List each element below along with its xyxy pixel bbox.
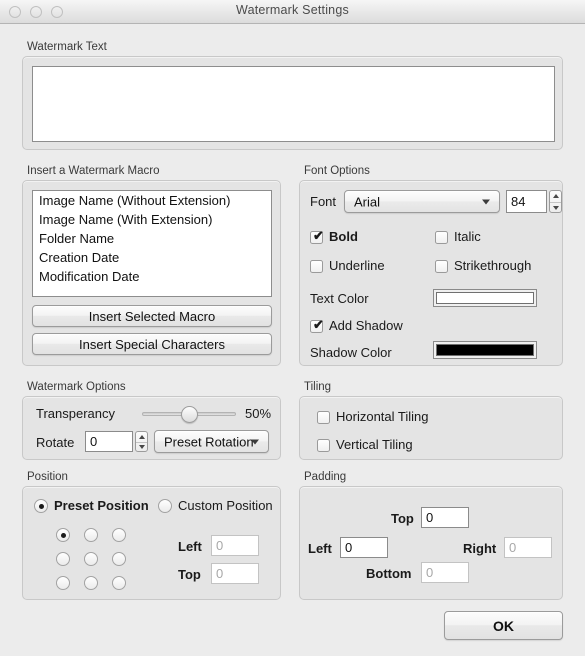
watermark-settings-window: Watermark Settings Watermark Text Insert… [0,0,585,656]
preset-position-radio[interactable] [34,499,48,513]
insert-selected-macro-button[interactable]: Insert Selected Macro [32,305,272,327]
padding-right-label: Right [463,541,497,556]
padding-top-label: Top [391,511,414,526]
preset-grid-middle-right[interactable] [112,552,126,566]
preset-rotation-select[interactable]: Preset Rotation [154,430,269,453]
custom-position-radio[interactable] [158,499,172,513]
macro-group: Image Name (Without Extension) Image Nam… [22,180,281,366]
padding-left-label: Left [308,541,332,556]
underline-label[interactable]: Underline [329,258,385,273]
chevron-down-icon [482,199,490,204]
font-size-input[interactable]: 84 [506,190,547,213]
underline-checkbox[interactable] [310,260,323,273]
position-group-label: Position [27,471,68,483]
preset-grid-middle-left[interactable] [56,552,70,566]
title-bar: Watermark Settings [0,0,585,24]
horizontal-tiling-checkbox[interactable] [317,411,330,424]
text-color-swatch [436,292,534,304]
preset-grid-top-center[interactable] [84,528,98,542]
preset-grid-top-right[interactable] [112,528,126,542]
padding-group-label: Padding [304,471,347,483]
check-icon: ✔ [313,228,324,243]
text-color-well[interactable] [433,289,537,307]
custom-position-label[interactable]: Custom Position [178,498,273,513]
list-item[interactable]: Folder Name [33,229,271,248]
italic-checkbox[interactable] [435,231,448,244]
shadow-color-swatch [436,344,534,356]
font-size-stepper[interactable] [549,190,562,213]
bold-checkbox[interactable]: ✔ [310,228,324,244]
rotate-label: Rotate [36,435,75,450]
stepper-up-icon[interactable] [550,191,561,203]
window-title: Watermark Settings [236,3,349,17]
add-shadow-label[interactable]: Add Shadow [329,318,403,333]
chevron-down-icon [251,439,259,444]
ok-button[interactable]: OK [444,611,563,640]
watermark-text-input[interactable] [32,66,555,142]
radio-dot [38,503,44,509]
watermark-text-group-label: Watermark Text [27,41,107,53]
position-top-input[interactable]: 0 [211,563,259,584]
strikethrough-label[interactable]: Strikethrough [454,258,531,273]
padding-group: Top 0 Left 0 Right 0 Bottom 0 [299,486,563,600]
watermark-options-group-label: Watermark Options [27,381,126,393]
preset-rotation-value: Preset Rotation [164,434,254,449]
check-icon: ✔ [313,317,324,332]
vertical-tiling-checkbox[interactable] [317,439,330,452]
text-color-label: Text Color [310,291,369,306]
position-left-label: Left [178,539,202,554]
tiling-group: Horizontal Tiling Vertical Tiling [299,396,563,460]
shadow-color-well[interactable] [433,341,537,359]
stepper-down-icon[interactable] [550,203,561,213]
padding-left-input[interactable]: 0 [340,537,388,558]
horizontal-tiling-label[interactable]: Horizontal Tiling [336,409,429,424]
padding-bottom-label: Bottom [366,566,412,581]
shadow-color-label: Shadow Color [310,345,392,360]
preset-grid-middle-center[interactable] [84,552,98,566]
insert-special-characters-button[interactable]: Insert Special Characters [32,333,272,355]
transparency-slider-thumb[interactable] [180,406,198,423]
position-group: Preset Position Custom Position Left 0 T… [22,486,281,600]
font-options-group-label: Font Options [304,165,370,177]
tiling-group-label: Tiling [304,381,332,393]
bold-label[interactable]: Bold [329,229,358,244]
font-options-group: Font Arial 84 ✔ Bold Italic Underline St… [299,180,563,366]
padding-right-input[interactable]: 0 [504,537,552,558]
padding-bottom-input[interactable]: 0 [421,562,469,583]
watermark-options-group: Transperancy 50% Rotate 0 Preset Rotatio… [22,396,281,460]
macro-list[interactable]: Image Name (Without Extension) Image Nam… [32,190,272,297]
list-item[interactable]: Modification Date [33,267,271,286]
rotate-stepper[interactable] [135,431,148,452]
rotate-input[interactable]: 0 [85,431,133,452]
add-shadow-checkbox[interactable]: ✔ [310,317,324,333]
list-item[interactable]: Image Name (With Extension) [33,210,271,229]
preset-grid-bottom-left[interactable] [56,576,70,590]
stepper-up-icon[interactable] [136,432,147,443]
transparency-value: 50% [245,406,272,421]
vertical-tiling-label[interactable]: Vertical Tiling [336,437,413,452]
preset-grid-bottom-center[interactable] [84,576,98,590]
list-item[interactable]: Image Name (Without Extension) [33,191,271,210]
preset-position-label[interactable]: Preset Position [54,498,149,513]
macro-group-label: Insert a Watermark Macro [27,165,160,177]
preset-grid-top-left[interactable] [56,528,70,542]
preset-grid-bottom-right[interactable] [112,576,126,590]
italic-label[interactable]: Italic [454,229,481,244]
transparency-label: Transperancy [36,406,115,421]
padding-top-input[interactable]: 0 [421,507,469,528]
font-family-select[interactable]: Arial [344,190,500,213]
strikethrough-checkbox[interactable] [435,260,448,273]
stepper-down-icon[interactable] [136,443,147,452]
radio-dot [60,532,66,538]
font-family-value: Arial [354,194,381,209]
font-label: Font [310,194,337,209]
watermark-text-group [22,56,563,150]
list-item[interactable]: Creation Date [33,248,271,267]
position-top-label: Top [178,567,201,582]
position-left-input[interactable]: 0 [211,535,259,556]
